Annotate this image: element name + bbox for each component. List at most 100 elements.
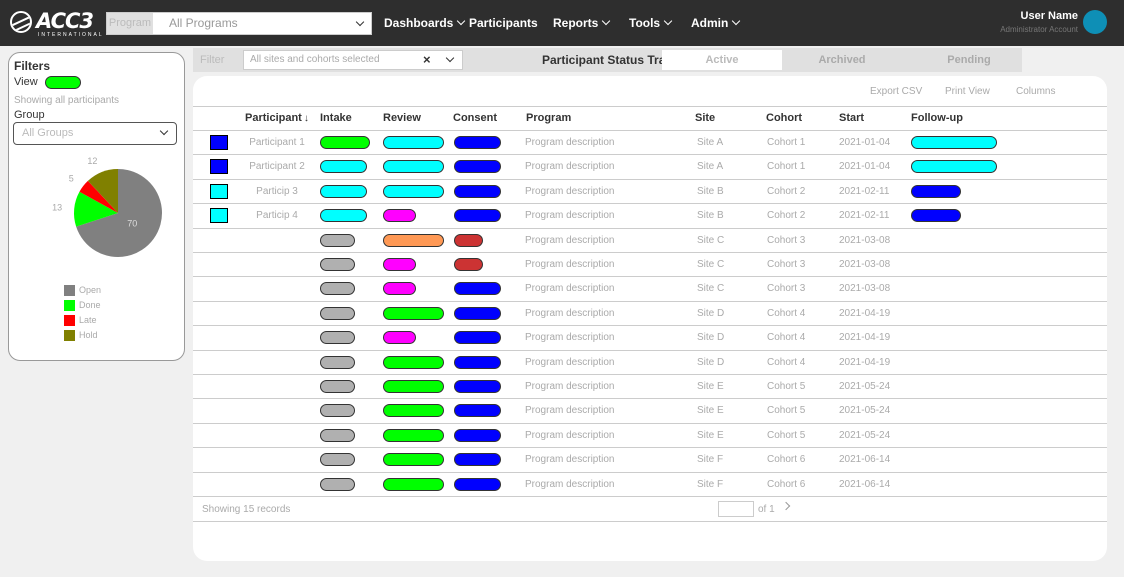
nav-item-participants[interactable]: Participants [469,14,538,32]
column-header-consent[interactable]: Consent [453,112,497,125]
table-row[interactable]: Program description Site C Cohort 3 2021-03… [193,229,1107,253]
program-select[interactable]: Program All Programs [106,12,372,35]
intake-status-badge [320,404,355,418]
legend-label: Open [79,285,102,295]
table-row[interactable]: Program description Site E Cohort 5 2021-05… [193,399,1107,424]
table-row[interactable]: Program description Site F Cohort 6 2021-06… [193,473,1107,497]
table-row[interactable]: Program description Site D Cohort 4 2021-04… [193,302,1107,327]
cohort-name: Cohort 2 [767,210,806,222]
view-status-badge[interactable] [45,76,81,89]
filter-select[interactable]: All sites and cohorts selected × [243,50,463,70]
site-name: Site A [697,137,724,148]
legend-item[interactable]: Open [64,283,101,298]
chevron-down-icon [445,53,455,63]
nav-item-label: Admin [691,16,729,30]
review-status-badge [383,233,444,247]
columns-button[interactable]: Columns [1016,86,1055,98]
site-name: Site E [697,381,724,392]
review-status-badge [383,453,444,467]
review-status-badge [383,380,444,393]
followup-status-badge [911,209,961,223]
column-header-label: Participant [245,112,302,124]
legend-label: Done [79,300,101,310]
print-view-button[interactable]: Print View [945,86,990,98]
legend-label: Late [79,315,97,325]
column-header-cohort[interactable]: Cohort [766,112,802,125]
nav-item-admin[interactable]: Admin [691,14,741,32]
program-description: Program description [525,429,615,441]
intake-status-badge [320,306,355,320]
table-row[interactable]: Program description Site D Cohort 4 2021-04… [193,326,1107,351]
site-name: Site C [697,283,725,295]
intake-status-badge [320,233,355,247]
table-row[interactable]: Program description Site D Cohort 4 2021-04… [193,351,1107,375]
consent-status-badge [454,477,501,491]
start-date: 2021-06-14 [839,454,891,466]
table-row[interactable]: Participant 2 Program description Site A Co… [193,155,1107,180]
nav-item-label: Dashboards [384,16,454,30]
filter-label: Filter [200,54,225,66]
column-header-participant[interactable]: Participant ↓ [245,112,309,125]
column-header-review[interactable]: Review [383,112,421,125]
cohort-name: Cohort 2 [767,185,806,197]
legend-item[interactable]: Late [64,313,101,328]
close-icon[interactable]: × [423,52,431,68]
chevron-right-icon[interactable] [781,501,791,511]
review-status-badge [383,184,444,198]
table-row[interactable]: Participant 1 Program description Site A Co… [193,131,1107,156]
nav-item-reports[interactable]: Reports [553,14,611,32]
tab-pending[interactable]: Pending [909,50,1029,70]
export-csv-button[interactable]: Export CSV [870,86,922,98]
start-date: 2021-04-19 [839,307,891,319]
tab-active[interactable]: Active [662,50,782,70]
table-row[interactable]: Program description Site C Cohort 3 2021-03… [193,253,1107,278]
participant-id[interactable]: Particip 4 [245,210,309,222]
program-description: Program description [525,185,615,197]
avatar[interactable] [1083,10,1107,34]
view-status-row: View [14,76,81,90]
consent-status-badge [454,306,501,320]
acc3-logo[interactable]: ACC3 INTERNATIONAL [10,8,102,38]
legend-item[interactable]: Done [64,298,101,313]
consent-status-badge [454,233,483,247]
column-header-intake[interactable]: Intake [320,112,352,125]
table-row[interactable]: Program description Site F Cohort 6 2021-06… [193,448,1107,473]
legend-item[interactable]: Hold [64,328,101,343]
table-row[interactable]: Particip 4 Program description Site B Cohor… [193,204,1107,229]
legend-swatch [64,300,75,311]
user-name[interactable]: User Name [1017,10,1078,22]
table-row[interactable]: Particip 3 Program description Site B Cohor… [193,180,1107,205]
participant-id[interactable]: Participant 1 [245,137,309,149]
row-select-checkbox[interactable] [210,159,228,175]
column-header-program[interactable]: Program [526,112,571,125]
logo-subtext: INTERNATIONAL [38,32,104,38]
nav-item-tools[interactable]: Tools [629,14,673,32]
consent-status-badge [454,331,501,345]
column-header-site[interactable]: Site [695,112,715,125]
pie-slice-label: 12 [87,156,97,166]
row-select-checkbox[interactable] [210,183,228,199]
page-number-input[interactable] [718,501,754,517]
column-header-followup[interactable]: Follow-up [911,112,963,125]
program-description: Program description [525,381,615,392]
intake-status-badge [320,331,355,345]
review-status-badge [383,355,444,369]
table-row[interactable]: Program description Site C Cohort 3 2021-03… [193,277,1107,302]
nav-item-dashboards[interactable]: Dashboards [384,14,466,32]
cohort-name: Cohort 1 [767,161,806,173]
row-select-checkbox[interactable] [210,208,228,224]
review-status-badge [383,477,444,491]
tab-archived[interactable]: Archived [782,50,902,70]
site-name: Site B [697,185,724,197]
group-select[interactable]: All Groups [13,122,177,145]
sort-arrow-down-icon: ↓ [303,113,309,124]
participant-id[interactable]: Participant 2 [245,161,309,173]
cohort-name: Cohort 1 [767,137,806,148]
column-header-start[interactable]: Start [839,112,864,125]
row-select-checkbox[interactable] [210,135,228,150]
participant-id[interactable]: Particip 3 [245,186,309,198]
site-name: Site D [697,307,725,319]
start-date: 2021-05-24 [839,405,891,417]
table-row[interactable]: Program description Site E Cohort 5 2021-05… [193,375,1107,400]
table-row[interactable]: Program description Site E Cohort 5 2021-05… [193,424,1107,449]
